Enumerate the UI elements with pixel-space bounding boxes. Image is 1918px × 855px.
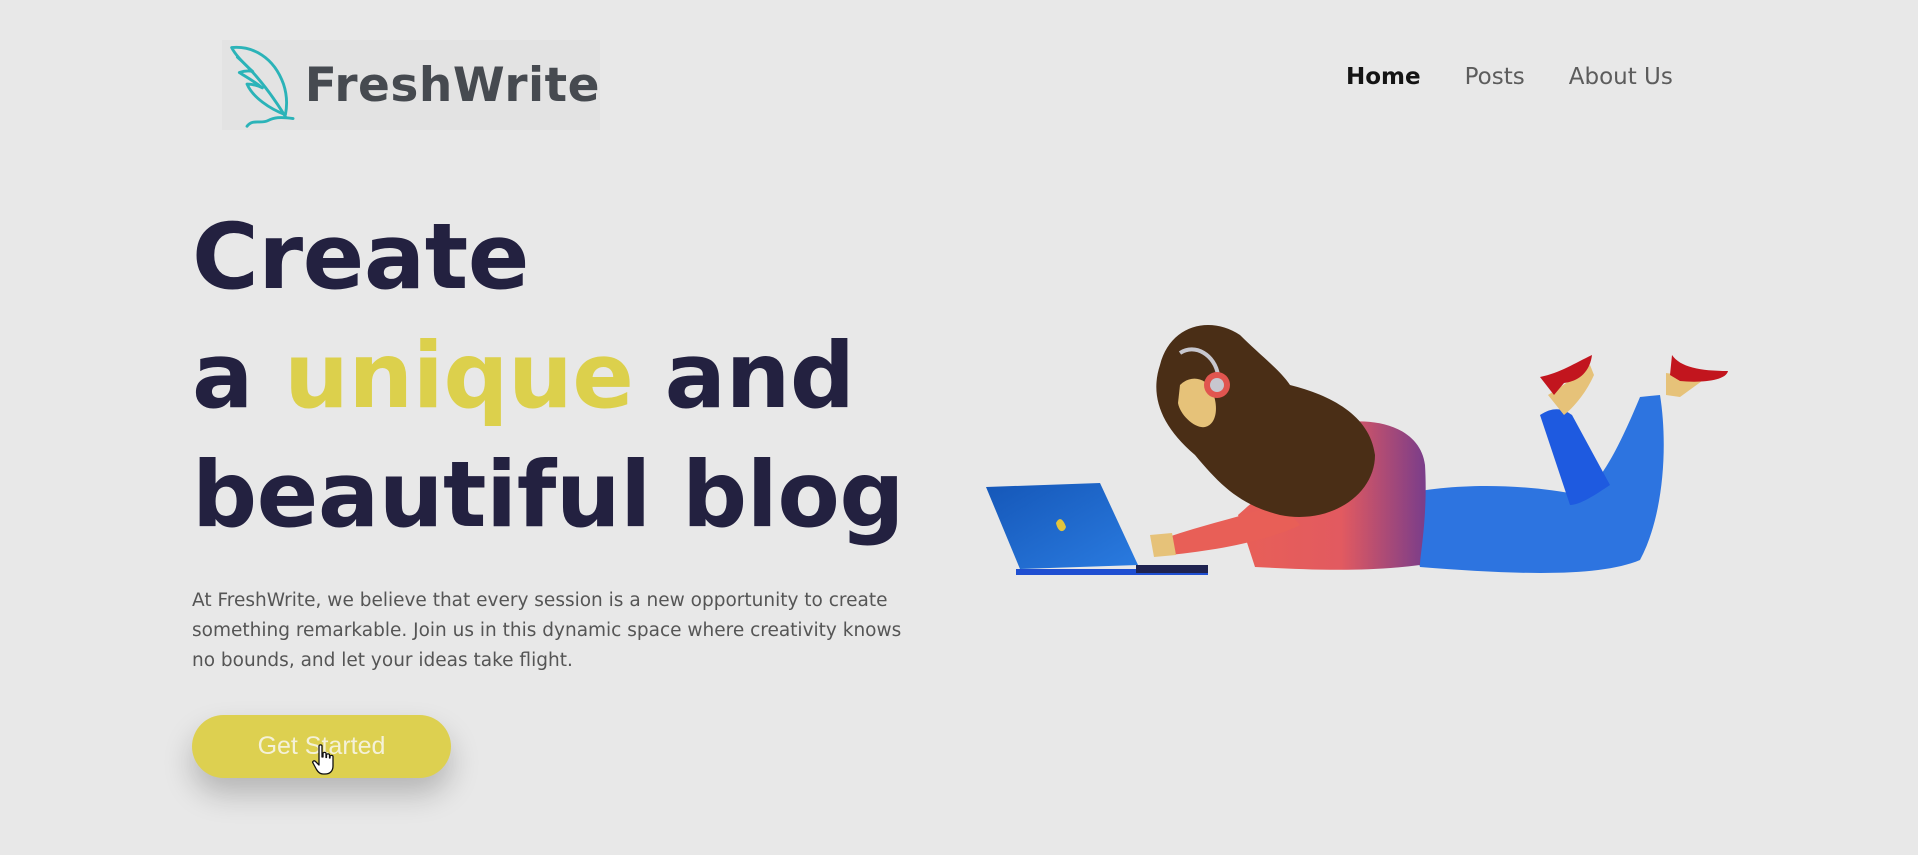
headline-line-2-post: and <box>633 324 855 429</box>
headline-line-1: Create <box>192 205 530 310</box>
headline-accent-word: unique <box>284 324 634 429</box>
site-logo[interactable]: FreshWrite <box>222 40 600 130</box>
feather-icon <box>230 46 295 128</box>
nav-home[interactable]: Home <box>1346 64 1421 90</box>
headline-line-2-pre: a <box>192 324 285 429</box>
headline-line-3: beautiful blog <box>192 443 904 548</box>
landing-page: FreshWrite Home Posts About Us Create a … <box>0 0 1918 855</box>
logo-text: FreshWrite <box>304 57 600 113</box>
woman-with-laptop-illustration <box>986 325 1728 575</box>
hero-headline: Create a unique and beautiful blog <box>192 198 904 555</box>
hand-cursor-icon <box>312 744 334 775</box>
nav-about-us[interactable]: About Us <box>1569 64 1673 90</box>
hero-description: At FreshWrite, we believe that every ses… <box>192 590 902 671</box>
nav-posts[interactable]: Posts <box>1465 64 1525 90</box>
main-nav: Home Posts About Us <box>1346 64 1673 90</box>
